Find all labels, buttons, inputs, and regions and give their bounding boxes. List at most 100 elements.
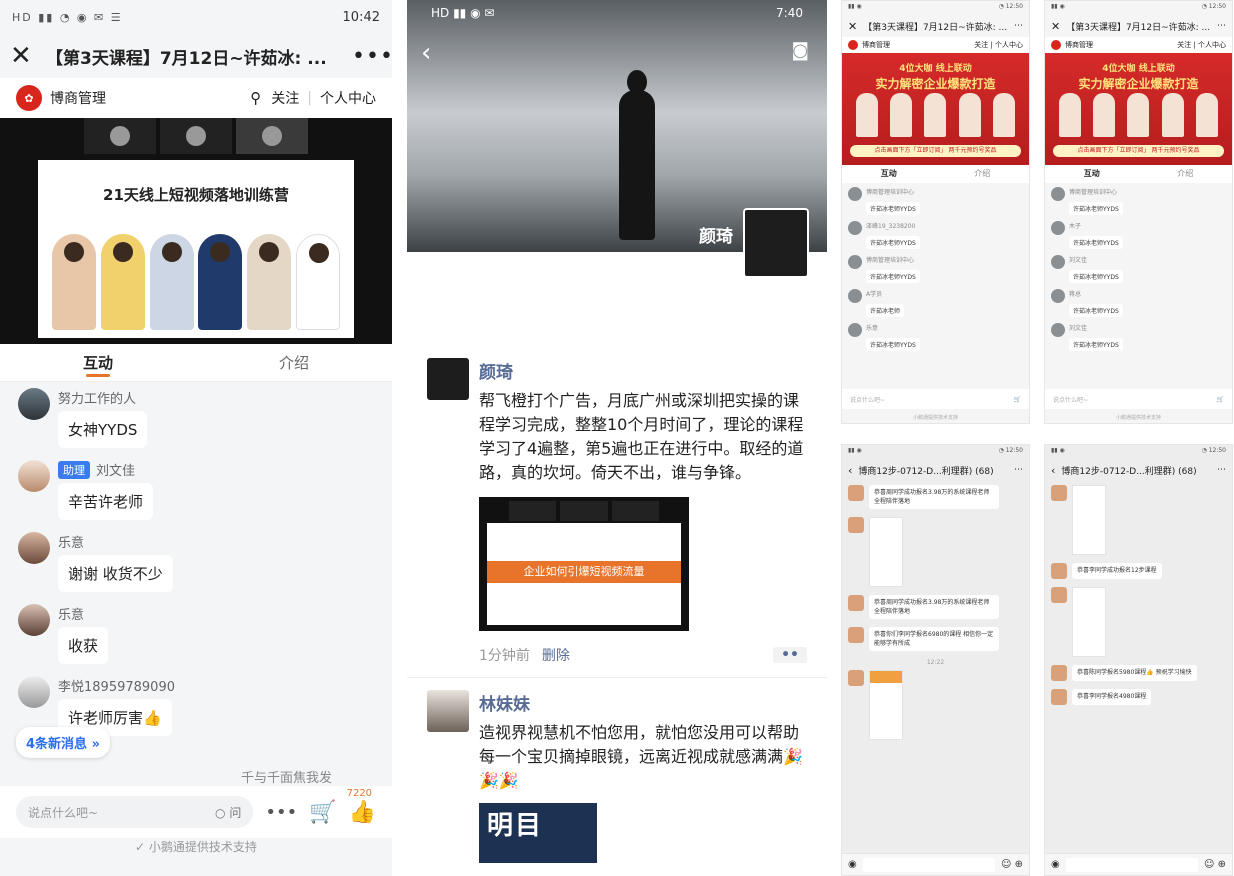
personal-center-link[interactable]: 个人中心 (995, 40, 1023, 50)
support-text: 小鹅通提供技术支持 (1115, 415, 1161, 421)
shared-image[interactable] (869, 517, 903, 587)
shared-image[interactable] (869, 670, 903, 740)
chat-message: 博商管理培训中心 许茹冰老师YYDS (848, 187, 1023, 215)
profile-avatar[interactable] (743, 208, 809, 278)
shared-image[interactable] (1072, 587, 1106, 657)
status-bar: ▮▮ ◉ ◔ 12:50 (848, 3, 1023, 10)
follow-button[interactable]: 关注 (1177, 40, 1191, 50)
more-icon[interactable]: ••• (352, 44, 392, 69)
cart-icon[interactable]: 🛒 (1217, 396, 1224, 403)
brand-bar: 博商管理 关注 | 个人中心 (842, 37, 1029, 53)
plus-icon[interactable]: ⊕ (1015, 859, 1023, 870)
avatar (848, 323, 862, 337)
ask-toggle[interactable]: ○ 问 (215, 804, 241, 821)
tab-intro[interactable]: 介绍 (936, 165, 1030, 183)
voice-icon[interactable]: ◉ (1051, 859, 1060, 870)
ask-label: 问 (229, 805, 242, 820)
new-messages-pill[interactable]: 4条新消息 » (16, 727, 110, 758)
divider: | (307, 90, 312, 106)
tab-intro[interactable]: 介绍 (1139, 165, 1233, 183)
chat-username: 乐意 (866, 325, 879, 332)
back-icon[interactable]: ‹ (421, 38, 431, 68)
chat-list[interactable]: 博商管理培训中心 许茹冰老师YYDS 泽峰19_3238200 许茹冰老师YYDS … (842, 183, 1029, 361)
close-icon[interactable]: ✕ (1051, 20, 1060, 33)
like-icon[interactable]: 7220 👍 (347, 788, 376, 825)
emoji-icon[interactable]: ☺ (1001, 859, 1011, 870)
comment-input[interactable]: 说点什么吧~ ○ 问 (16, 796, 254, 828)
camera-icon[interactable]: ◙ (792, 40, 809, 61)
comment-input[interactable]: 说点什么吧~ 🛒 (842, 389, 1029, 409)
tab-interaction[interactable]: 互动 (842, 165, 936, 183)
chat-bubble: 许茹冰老师YYDS (866, 202, 920, 215)
avatar[interactable] (427, 358, 469, 400)
cart-icon[interactable]: 🛒 (309, 800, 336, 825)
cart-icon[interactable]: 🛒 (1014, 396, 1021, 403)
post-author[interactable]: 颜琦 (479, 358, 807, 383)
speaker-portrait (1195, 93, 1218, 137)
more-icon[interactable]: ⋯ (1014, 465, 1023, 475)
avatar[interactable] (427, 690, 469, 732)
page-title: 【第3天课程】7月12日~许茹冰: ... (46, 48, 327, 69)
avatar (1051, 221, 1065, 235)
chat-list[interactable]: 恭喜周同学成功报名3.98万的系统课程老师全程陪伴落地 恭喜周同学成功报名3.9… (842, 481, 1029, 752)
post-image[interactable]: 明目 (479, 803, 597, 863)
tab-interaction[interactable]: 互动 (0, 344, 196, 381)
chat-bubble: 恭喜你们李同学报名6980的课程 相信你一定能够学有所成 (869, 627, 999, 651)
avatar (18, 460, 50, 492)
promo-poster[interactable]: 4位大咖 线上联动 实力解密企业爆款打造 点击画面下方「立即订阅」 两千元预约号… (1045, 53, 1232, 165)
follow-button[interactable]: 关注 (974, 40, 988, 50)
cover-image[interactable]: HD ▮▮ ◉ ✉ 7:40 ‹ ◙ 颜琦 (407, 0, 827, 278)
moment-post: 颜琦 帮飞橙打个广告，月底广州或深圳把实操的课程学习完成，整整10个月时间了，理… (407, 358, 827, 665)
chat-list[interactable]: 博商管理培训中心 许茹冰老师YYDS 木子 许茹冰老师YYDS 刘文佳 许茹冰老师YY… (1045, 183, 1232, 361)
promo-poster[interactable]: 4位大咖 线上联动 实力解密企业爆款打造 点击画面下方「立即订阅」 两千元预约号… (842, 53, 1029, 165)
status-bar: HD ▮▮ ◉ ✉ 7:40 (431, 6, 803, 20)
more-icon[interactable]: ⋯ (1014, 21, 1023, 31)
avatar (848, 670, 864, 686)
search-icon[interactable]: ⚲ (250, 89, 261, 107)
avatar (1051, 587, 1067, 603)
personal-center-link[interactable]: 个人中心 (1198, 40, 1226, 50)
delete-link[interactable]: 删除 (542, 645, 570, 665)
poster-cta: 点击画面下方「立即订阅」 两千元预约号奖品 (1053, 145, 1224, 157)
chat-message: 助理 刘文佳 辛苦许老师 (18, 460, 374, 520)
message-input[interactable] (1065, 857, 1198, 872)
plus-icon[interactable]: ⊕ (1218, 859, 1226, 870)
more-icon[interactable]: ⋯ (1217, 21, 1226, 31)
emoji-icon[interactable]: ☺ (1204, 859, 1214, 870)
avatar (1051, 289, 1065, 303)
chat-bubble: 恭喜李同学报名4980课程 (1072, 689, 1152, 705)
chat-username: 博商管理培训中心 (1069, 189, 1118, 196)
chat-list[interactable]: 恭喜李同学成功报名12步课程 恭喜陈同学报名5980课程👍 预祝学习愉快 恭喜李… (1045, 481, 1232, 717)
brand-name: 博商管理 (1065, 41, 1093, 49)
chat-bubble: 许茹冰老师 (866, 304, 905, 317)
page-title: 【第3天课程】7月12日~许茹冰: ... (1066, 22, 1211, 33)
chat-bubble: 许茹冰老师YYDS (1069, 270, 1123, 283)
more-icon[interactable]: ⋯ (1217, 465, 1226, 475)
live-video[interactable]: 21天线上短视频落地训练营 (0, 118, 392, 344)
more-icon[interactable]: ••• (265, 802, 297, 823)
close-icon[interactable]: ✕ (10, 41, 46, 71)
assistant-badge: 助理 (58, 460, 90, 479)
speaker-portraits (850, 93, 1021, 137)
comment-options-button[interactable]: •• (773, 647, 807, 663)
follow-button[interactable]: 关注 (271, 88, 299, 108)
group-title: 博商12步-0712-D...利理群) (68) (1061, 466, 1197, 477)
message-input[interactable] (862, 857, 995, 872)
tab-intro[interactable]: 介绍 (196, 344, 392, 381)
close-icon[interactable]: ✕ (848, 20, 857, 33)
back-icon[interactable]: ‹ (1051, 464, 1055, 477)
speaker-portrait (1059, 93, 1082, 137)
chat-message: 刘文佳 许茹冰老师YYDS (1051, 323, 1226, 351)
comment-input[interactable]: 说点什么吧~ 🛒 (1045, 389, 1232, 409)
back-icon[interactable]: ‹ (848, 464, 852, 477)
shared-image[interactable] (1072, 485, 1106, 555)
chat-bubble: 许茹冰老师YYDS (1069, 338, 1123, 351)
chat-list[interactable]: 努力工作的人 女神YYDS 助理 刘文佳 辛苦许老师 乐意 谢谢 收货不少 乐意… (0, 382, 392, 786)
chat-username: 刘文佳 (96, 464, 136, 479)
post-author[interactable]: 林妹妹 (479, 690, 807, 715)
tab-interaction[interactable]: 互动 (1045, 165, 1139, 183)
avatar (848, 187, 862, 201)
post-image[interactable]: 企业如何引爆短视频流量 (479, 497, 689, 631)
voice-icon[interactable]: ◉ (848, 859, 857, 870)
personal-center-link[interactable]: 个人中心 (320, 88, 376, 108)
